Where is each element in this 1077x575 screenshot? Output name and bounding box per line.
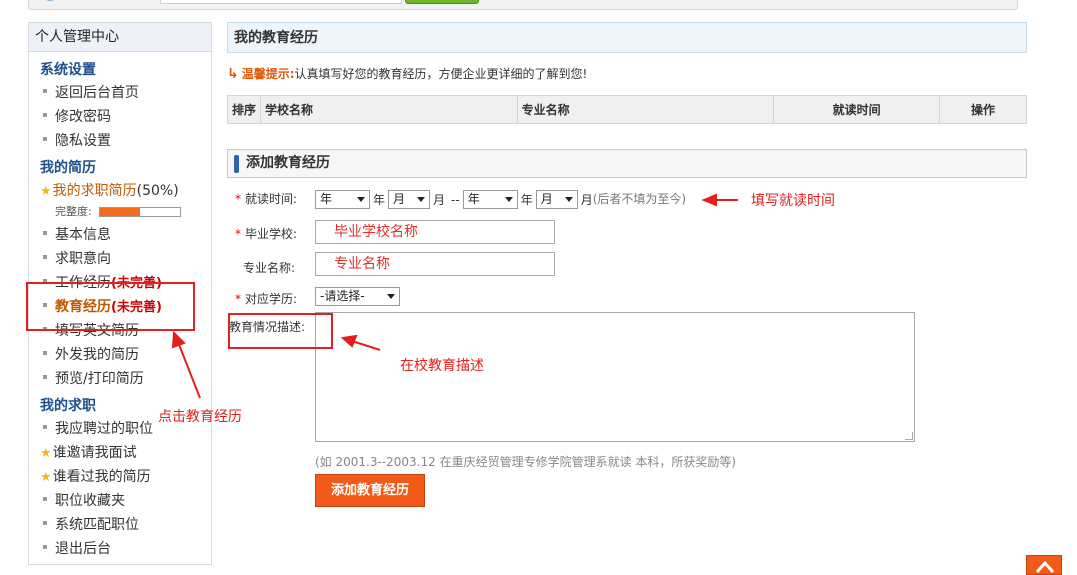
annotation-click-education: 点击教育经历 <box>158 409 242 425</box>
star-icon: ★ <box>40 470 52 485</box>
tip-label: 温馨提示: <box>241 67 295 81</box>
col-order: 排序 <box>227 95 261 124</box>
chevron-down-icon <box>504 197 513 202</box>
tip-row: ↳ 温馨提示:认真填写好您的教育经历，方便企业更详细的了解到您! <box>227 65 587 82</box>
add-section-title: 添加教育经历 <box>227 149 1027 178</box>
sidebar-item-job-intent[interactable]: 求职意向 <box>43 248 111 268</box>
col-period: 就读时间 <box>773 95 941 124</box>
education-table: 排序 学校名称 专业名称 就读时间 操作 <box>227 95 1027 124</box>
col-school: 学校名称 <box>259 95 518 124</box>
bullet-icon <box>43 113 47 117</box>
bullet-icon <box>43 231 47 235</box>
period-label: 就读时间: <box>245 192 298 206</box>
bullet-icon <box>43 137 47 141</box>
sidebar-item-resume-viewers[interactable]: ★谁看过我的简历 <box>40 466 151 486</box>
start-month-select[interactable]: 月 <box>388 190 431 209</box>
bullet-icon <box>43 497 47 501</box>
sidebar-item-preview-print[interactable]: 预览/打印简历 <box>43 368 144 388</box>
degree-label: 对应学历: <box>245 292 298 306</box>
panel-title: 我的教育经历 <box>227 22 1027 53</box>
star-icon: ★ <box>40 184 52 199</box>
bullet-icon <box>43 425 47 429</box>
search-icon <box>26 0 74 4</box>
table-header-row: 排序 学校名称 专业名称 就读时间 操作 <box>227 95 1027 124</box>
period-controls: 年年月月 -- 年年月月(后者不填为至今) <box>315 190 686 209</box>
resume-completeness: 完整度: <box>55 203 182 219</box>
sidebar-item-send-resume[interactable]: 外发我的简历 <box>43 344 139 364</box>
required-mark: * <box>235 227 241 241</box>
top-search-bar <box>0 0 1077 12</box>
sidebar-item-logout[interactable]: 退出后台 <box>43 538 111 558</box>
sidebar-item-matched-jobs[interactable]: 系统匹配职位 <box>43 514 139 534</box>
col-actions: 操作 <box>939 95 1027 124</box>
degree-select[interactable]: -请选择- <box>315 287 400 306</box>
bullet-icon <box>43 375 47 379</box>
col-major: 专业名称 <box>516 95 775 124</box>
chevron-down-icon <box>387 294 395 299</box>
search-button[interactable] <box>405 0 479 4</box>
major-input[interactable]: 专业名称 <box>315 252 555 276</box>
school-input[interactable]: 毕业学校名称 <box>315 220 555 244</box>
section-bar-icon <box>234 155 239 173</box>
progress-label: 完整度: <box>55 205 92 218</box>
chevron-down-icon <box>417 197 426 202</box>
chevron-down-icon <box>564 197 573 202</box>
sidebar-item-interview-invites[interactable]: ★谁邀请我面试 <box>40 442 137 462</box>
search-input[interactable] <box>160 0 402 4</box>
school-label: 毕业学校: <box>245 227 298 241</box>
start-year-select[interactable]: 年 <box>315 190 370 209</box>
chevron-up-icon <box>1035 560 1055 573</box>
star-icon: ★ <box>40 446 52 461</box>
scroll-top-button[interactable] <box>1026 555 1062 575</box>
sidebar-item-basic-info[interactable]: 基本信息 <box>43 224 111 244</box>
add-education-button[interactable]: 添加教育经历 <box>315 474 425 507</box>
main-content: 我的教育经历 ↳ 温馨提示:认真填写好您的教育经历，方便企业更详细的了解到您! 排… <box>227 22 1027 507</box>
sidebar-item-job-resume[interactable]: ★我的求职简历(50%) <box>40 180 179 200</box>
sidebar-item-privacy[interactable]: 隐私设置 <box>43 130 111 150</box>
major-label: 专业名称: <box>243 261 296 275</box>
annotation-description: 在校教育描述 <box>400 358 484 374</box>
chevron-down-icon <box>357 197 365 202</box>
tip-arrow-icon: ↳ <box>227 66 239 82</box>
end-month-select[interactable]: 月 <box>535 190 578 209</box>
end-year-select[interactable]: 年 <box>462 190 518 209</box>
bullet-icon <box>43 545 47 549</box>
sidebar-item-change-password[interactable]: 修改密码 <box>43 106 111 126</box>
bullet-icon <box>43 351 47 355</box>
progress-fill <box>100 208 141 216</box>
degree-row: * 对应学历: <box>235 290 297 307</box>
required-mark: * <box>235 292 241 306</box>
school-row: * 毕业学校: <box>235 225 297 242</box>
sidebar-item-applied-jobs[interactable]: 我应聘过的职位 <box>43 418 153 438</box>
progress-bar <box>99 207 182 217</box>
annotation-box-education <box>26 282 195 331</box>
group-my-resume: 我的简历 <box>40 160 96 176</box>
annotation-box-description <box>228 313 333 349</box>
major-row: 专业名称: <box>243 259 295 276</box>
bullet-icon <box>43 521 47 525</box>
example-hint: (如 2001.3--2003.12 在重庆经贸管理专修学院管理系就读 本科，所… <box>315 455 737 469</box>
resize-grip-icon[interactable] <box>905 432 913 440</box>
bullet-icon <box>43 255 47 259</box>
group-my-job-search: 我的求职 <box>40 398 96 414</box>
sidebar-item-home[interactable]: 返回后台首页 <box>43 82 139 102</box>
tip-text: 认真填写好您的教育经历，方便企业更详细的了解到您! <box>294 67 588 81</box>
annotation-period: 填写就读时间 <box>751 193 835 209</box>
period-row: * 就读时间: 年年月月 -- 年年月月(后者不填为至今) <box>235 190 1015 212</box>
group-system-settings: 系统设置 <box>40 62 96 78</box>
sidebar-item-favorites[interactable]: 职位收藏夹 <box>43 490 125 510</box>
description-textarea[interactable] <box>315 312 915 442</box>
period-hint: (后者不填为至今) <box>592 192 687 206</box>
bullet-icon <box>43 89 47 93</box>
sidebar-title: 个人管理中心 <box>29 23 211 52</box>
required-mark: * <box>235 192 241 206</box>
